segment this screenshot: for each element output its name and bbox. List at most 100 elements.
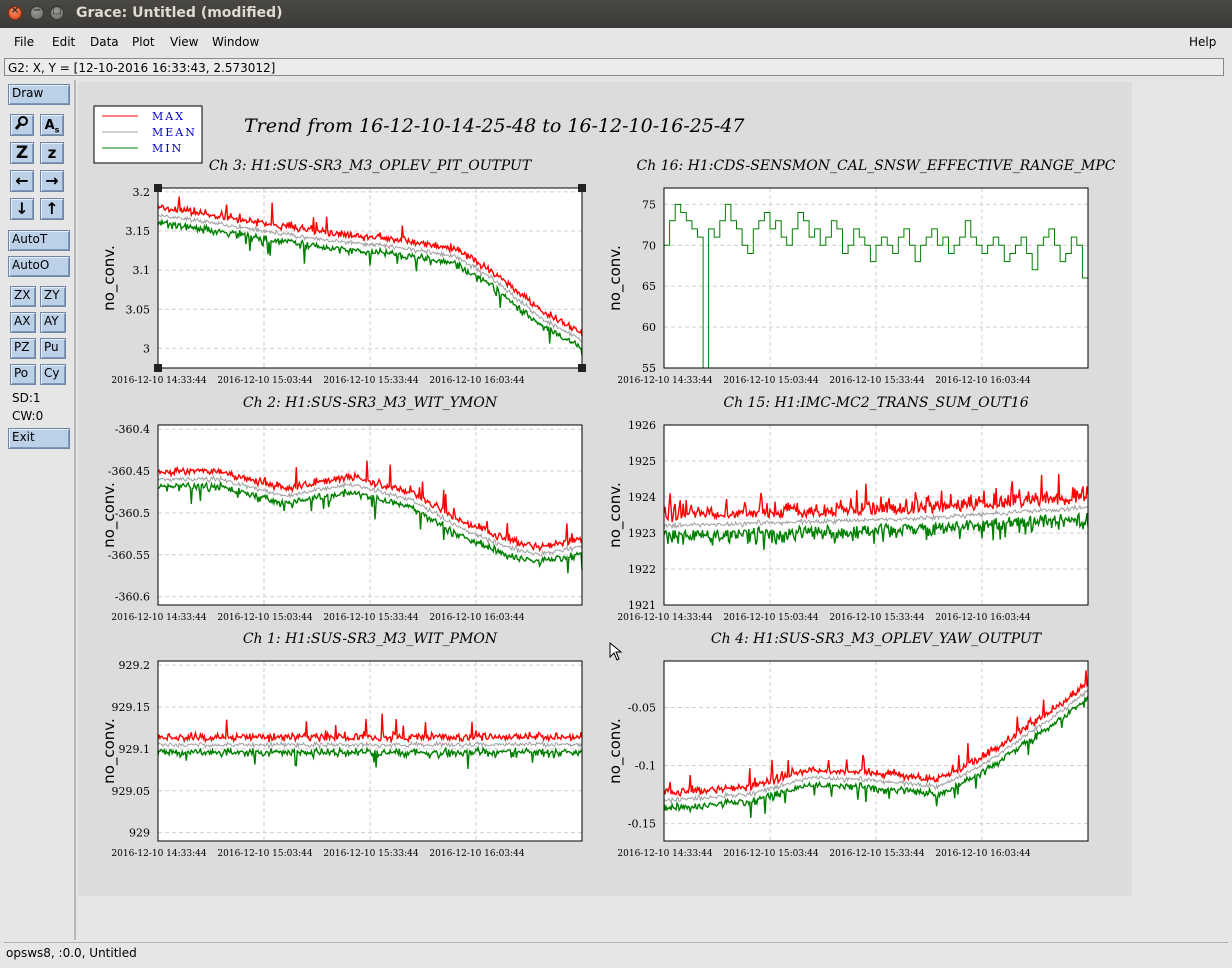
y-tick-label: -360.55 <box>108 549 150 562</box>
arrow-down-icon: ↓ <box>15 199 29 218</box>
legend-label-mean: MEAN <box>152 126 197 139</box>
arrow-up-icon: ↑ <box>45 199 59 218</box>
zx-button[interactable]: ZX <box>10 286 36 307</box>
minimize-window-button[interactable]: − <box>30 5 44 20</box>
arrow-right-icon: → <box>45 171 59 190</box>
x-tick-label: 2016-12-10 15:33:44 <box>323 849 418 859</box>
selection-handle[interactable] <box>154 184 162 192</box>
x-tick-label: 2016-12-10 16:03:44 <box>935 376 1030 386</box>
menu-plot[interactable]: Plot <box>132 35 155 49</box>
window-titlebar: × − □ Grace: Untitled (modified) <box>0 0 1232 28</box>
chart-panel-4[interactable]: Ch 1: H1:SUS-SR3_M3_WIT_PMONno_conv.929.… <box>100 631 583 859</box>
plot-background <box>158 188 582 368</box>
y-tick-label: 1924 <box>628 491 656 504</box>
scroll-right-button[interactable]: → <box>40 170 64 192</box>
zoom-icon <box>14 116 30 134</box>
draw-button[interactable]: Draw <box>8 84 70 105</box>
menu-window[interactable]: Window <box>212 35 259 49</box>
maximize-window-button[interactable]: □ <box>50 5 64 20</box>
y-tick-label: 929.1 <box>119 743 151 756</box>
x-tick-label: 2016-12-10 14:33:44 <box>617 849 712 859</box>
y-tick-label: 55 <box>642 362 656 375</box>
x-tick-label: 2016-12-10 14:33:44 <box>617 613 712 623</box>
selection-handle[interactable] <box>578 364 586 372</box>
y-axis-label: no_conv. <box>606 245 625 311</box>
legend: MAX MEAN MIN <box>93 105 203 164</box>
selection-handle[interactable] <box>578 184 586 192</box>
autoo-button[interactable]: AutoO <box>8 256 70 277</box>
mouse-cursor-icon <box>609 642 623 661</box>
pz-button[interactable]: PZ <box>10 338 36 359</box>
zoom-button[interactable] <box>10 114 34 136</box>
chart-panel-3[interactable]: Ch 15: H1:IMC-MC2_TRANS_SUM_OUT16 no_conv… <box>606 395 1089 623</box>
zy-button[interactable]: ZY <box>40 286 66 307</box>
y-tick-label: 3.1 <box>133 264 151 277</box>
chart-panel-2[interactable]: Ch 2: H1:SUS-SR3_M3_WIT_YMONno_conv.-360… <box>100 395 583 623</box>
zoom-out-button[interactable]: z <box>40 142 64 164</box>
x-tick-label: 2016-12-10 15:33:44 <box>829 849 924 859</box>
y-axis-label: no_conv. <box>100 245 119 311</box>
y-tick-label: 929.2 <box>119 659 151 672</box>
y-tick-label: 70 <box>642 239 656 252</box>
y-tick-label: 929.05 <box>112 785 151 798</box>
po-button[interactable]: Po <box>10 364 36 385</box>
chart-panel-5[interactable]: Ch 4: H1:SUS-SR3_M3_OPLEV_YAW_OUTPUT no_c… <box>606 631 1089 859</box>
plot-canvas[interactable]: Trend from 16-12-10-14-25-48 to 16-12-10… <box>78 82 1132 896</box>
menu-file[interactable]: File <box>14 35 34 49</box>
y-tick-label: -360.5 <box>115 507 150 520</box>
pu-button[interactable]: Pu <box>40 338 66 359</box>
x-tick-label: 2016-12-10 14:33:44 <box>111 376 206 386</box>
zoom-in-button[interactable]: Z <box>10 142 34 164</box>
chart-title: Ch 1: H1:SUS-SR3_M3_WIT_PMON <box>243 631 498 647</box>
x-tick-label: 2016-12-10 14:33:44 <box>111 849 206 859</box>
chart-title: Ch 3: H1:SUS-SR3_M3_OPLEV_PIT_OUTPUT <box>209 158 533 174</box>
x-tick-label: 2016-12-10 15:03:44 <box>217 849 312 859</box>
ay-button[interactable]: AY <box>40 312 66 333</box>
status-bar: opsws8, :0.0, Untitled <box>4 942 1228 964</box>
locator-readout: G2: X, Y = [12-10-2016 16:33:43, 2.57301… <box>4 58 1224 76</box>
chart-panel-0[interactable]: Ch 3: H1:SUS-SR3_M3_OPLEV_PIT_OUTPUT no_c… <box>100 158 586 386</box>
x-tick-label: 2016-12-10 15:03:44 <box>723 849 818 859</box>
ax-button[interactable]: AX <box>10 312 36 333</box>
autot-button[interactable]: AutoT <box>8 230 70 251</box>
text-icon: As <box>44 118 60 135</box>
y-axis-label: no_conv. <box>606 482 625 548</box>
chart-panel-1[interactable]: Ch 16: H1:CDS-SENSMON_CAL_SNSW_EFFECTIVE… <box>606 158 1116 386</box>
scroll-up-button[interactable]: ↑ <box>40 198 64 220</box>
y-axis-label: no_conv. <box>606 718 625 784</box>
zoom-small-z-icon: z <box>47 144 57 162</box>
window-title: Grace: Untitled (modified) <box>76 5 283 21</box>
scroll-left-button[interactable]: ← <box>10 170 34 192</box>
menu-edit[interactable]: Edit <box>52 35 75 49</box>
menu-help[interactable]: Help <box>1189 35 1216 49</box>
y-tick-label: -0.05 <box>628 701 656 714</box>
chart-title: Ch 16: H1:CDS-SENSMON_CAL_SNSW_EFFECTIVE… <box>637 158 1116 174</box>
y-tick-label: -0.15 <box>628 818 656 831</box>
page-title: Trend from 16-12-10-14-25-48 to 16-12-10… <box>244 115 745 137</box>
current-world-label: CW:0 <box>12 409 44 423</box>
x-tick-label: 2016-12-10 15:33:44 <box>829 613 924 623</box>
selection-handle[interactable] <box>154 364 162 372</box>
arrow-left-icon: ← <box>15 171 29 190</box>
minimize-icon: − <box>32 5 42 16</box>
plot-background <box>664 661 1088 841</box>
y-tick-label: 60 <box>642 321 656 334</box>
x-tick-label: 2016-12-10 15:03:44 <box>723 613 818 623</box>
chart-title: Ch 2: H1:SUS-SR3_M3_WIT_YMON <box>243 395 498 411</box>
stack-depth-label: SD:1 <box>12 391 41 405</box>
tool-panel: Draw As Z z ← → ↓ ↑ AutoT AutoO ZX ZY AX… <box>0 80 76 940</box>
scroll-down-button[interactable]: ↓ <box>10 198 34 220</box>
exit-button[interactable]: Exit <box>8 428 70 449</box>
y-tick-label: 1925 <box>628 455 656 468</box>
close-window-button[interactable]: × <box>8 5 22 20</box>
y-tick-label: -360.4 <box>115 423 150 436</box>
text-tool-button[interactable]: As <box>40 114 64 136</box>
cy-button[interactable]: Cy <box>40 364 66 385</box>
y-tick-label: 3.2 <box>133 186 151 199</box>
menu-data[interactable]: Data <box>90 35 119 49</box>
y-tick-label: 3 <box>143 342 150 355</box>
menu-view[interactable]: View <box>170 35 198 49</box>
plot-area-svg[interactable]: Trend from 16-12-10-14-25-48 to 16-12-10… <box>78 82 1132 896</box>
y-tick-label: 3.15 <box>126 225 151 238</box>
y-tick-label: 929 <box>129 827 150 840</box>
